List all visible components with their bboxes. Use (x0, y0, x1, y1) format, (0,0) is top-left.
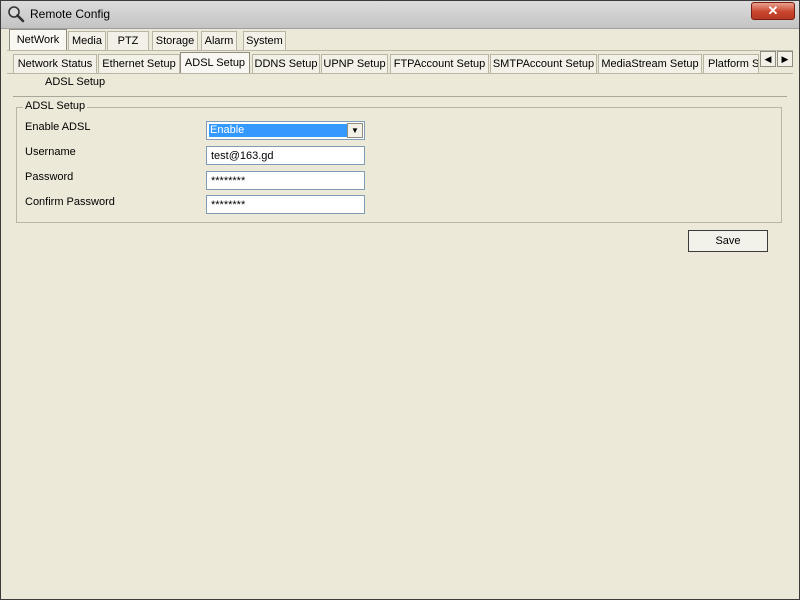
password-value: ******** (211, 175, 246, 187)
confirm-password-label: Confirm Password (25, 196, 115, 208)
remote-config-window: Remote Config ✕ NetWork Media PTZ Storag… (0, 0, 800, 600)
tab-ptz[interactable]: PTZ (107, 31, 149, 50)
password-label: Password (25, 171, 74, 183)
main-tab-divider (7, 50, 793, 51)
tab-alarm[interactable]: Alarm (201, 31, 237, 50)
confirm-password-value: ******** (211, 199, 246, 211)
username-field[interactable]: test@163.gd (206, 146, 365, 165)
tab-label: Alarm (204, 35, 234, 47)
magnifier-icon (8, 6, 25, 23)
tab-network-status[interactable]: Network Status (13, 54, 97, 73)
password-field[interactable]: ******** (206, 171, 365, 190)
tab-scroll-left-button[interactable]: ◀ (760, 51, 776, 67)
tab-label: PTZ (117, 35, 139, 47)
tab-upnp-setup[interactable]: UPNP Setup (321, 54, 388, 73)
section-divider (13, 96, 787, 97)
tab-platform-setup[interactable]: Platform S (703, 54, 759, 73)
enable-adsl-selected-value: Enable (209, 124, 348, 137)
dropdown-button[interactable]: ▼ (347, 123, 363, 138)
tab-label: System (246, 35, 283, 47)
chevron-down-icon: ▼ (351, 126, 359, 135)
tab-storage[interactable]: Storage (152, 31, 198, 50)
tab-label: DDNS Setup (254, 58, 318, 70)
tab-label: Ethernet Setup (102, 58, 176, 70)
tab-scroll-right-button[interactable]: ▶ (777, 51, 793, 67)
tab-network[interactable]: NetWork (9, 29, 67, 51)
sub-tab-divider (7, 73, 793, 74)
username-label: Username (25, 146, 76, 158)
enable-adsl-label: Enable ADSL (25, 121, 91, 133)
tab-system[interactable]: System (243, 31, 286, 50)
tab-ethernet-setup[interactable]: Ethernet Setup (98, 54, 180, 73)
tab-label: Network Status (17, 58, 93, 70)
tab-label: SMTPAccount Setup (492, 58, 595, 70)
tab-label: Storage (155, 35, 195, 47)
close-button[interactable]: ✕ (751, 2, 795, 20)
tab-smtpaccount-setup[interactable]: SMTPAccount Setup (490, 54, 597, 73)
sub-tab-strip: Network Status Ethernet Setup ADSL Setup… (1, 52, 761, 75)
tab-label: UPNP Setup (323, 58, 386, 70)
adsl-setup-groupbox (16, 107, 782, 223)
tab-adsl-setup[interactable]: ADSL Setup (180, 52, 250, 74)
title-bar[interactable]: Remote Config ✕ (1, 1, 799, 29)
tab-label: MediaStream Setup (601, 58, 699, 70)
arrow-left-icon: ◀ (764, 54, 772, 64)
tab-mediastream-setup[interactable]: MediaStream Setup (598, 54, 702, 73)
subsection-label: ADSL Setup (45, 76, 106, 88)
enable-adsl-select[interactable]: Enable ▼ (206, 121, 365, 140)
confirm-password-field[interactable]: ******** (206, 195, 365, 214)
arrow-right-icon: ▶ (781, 54, 789, 64)
main-tab-strip: NetWork Media PTZ Storage Alarm System (1, 29, 799, 52)
username-value: test@163.gd (211, 150, 274, 162)
tab-ddns-setup[interactable]: DDNS Setup (252, 54, 320, 73)
tab-label: Platform S (708, 58, 759, 70)
tab-label: ADSL Setup (184, 57, 246, 69)
groupbox-title: ADSL Setup (23, 100, 88, 112)
close-icon: ✕ (767, 3, 779, 18)
window-title: Remote Config (30, 7, 111, 21)
tab-media[interactable]: Media (68, 31, 106, 50)
save-button[interactable]: Save (688, 230, 768, 252)
tab-label: Media (72, 35, 102, 47)
tab-label: FTPAccount Setup (393, 58, 486, 70)
tab-label: NetWork (16, 34, 60, 46)
tab-ftpaccount-setup[interactable]: FTPAccount Setup (390, 54, 489, 73)
